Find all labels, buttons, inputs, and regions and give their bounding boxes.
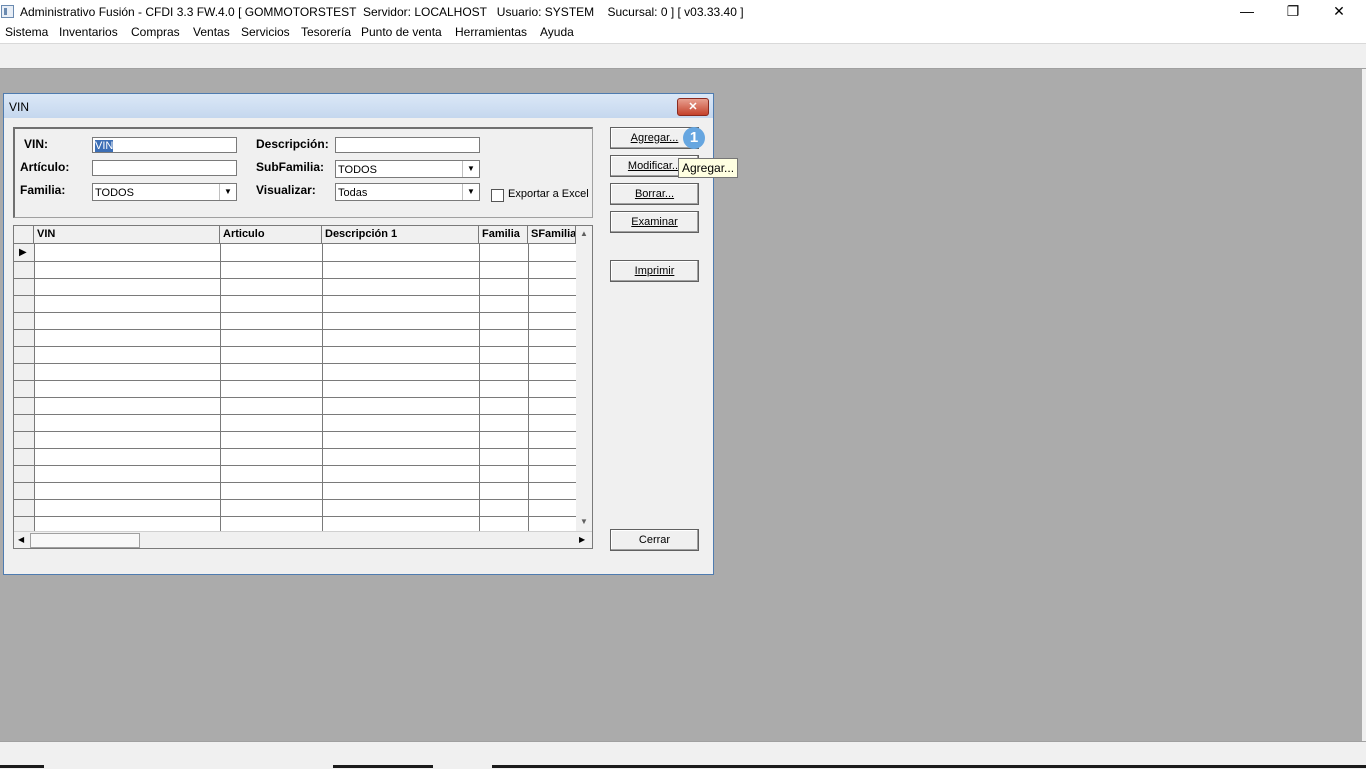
exportar-excel-checkbox[interactable] [491,189,504,202]
table-row[interactable] [14,346,576,364]
table-row[interactable] [14,380,576,398]
scroll-left-icon[interactable]: ◀ [18,535,24,544]
visualizar-label: Visualizar: [256,183,316,197]
menu-tesoreria[interactable]: Tesorería [301,25,351,39]
table-row[interactable] [14,499,576,517]
table-row[interactable] [14,261,576,279]
grid-corner [14,226,34,243]
vin-label: VIN: [24,137,48,151]
menu-inventarios[interactable]: Inventarios [59,25,118,39]
table-row[interactable] [14,397,576,415]
app-titlebar: Administrativo Fusión - CFDI 3.3 FW.4.0 … [0,0,1366,23]
maximize-button[interactable]: ❐ [1270,0,1316,23]
subfamilia-dropdown[interactable]: TODOS ▼ [335,160,480,178]
scroll-right-icon[interactable]: ▶ [579,535,585,544]
vin-grid[interactable]: VIN Articulo Descripción 1 Familia SFami… [13,225,593,549]
scroll-down-icon[interactable]: ▼ [580,517,588,526]
familia-value: TODOS [95,187,134,199]
table-row[interactable] [14,482,576,500]
app-title: Administrativo Fusión - CFDI 3.3 FW.4.0 … [20,5,744,19]
descripcion-field[interactable] [335,137,480,153]
table-row[interactable] [14,244,576,262]
horizontal-scroll-thumb[interactable] [30,533,140,548]
dialog-title: VIN [9,100,30,114]
minimize-button[interactable]: — [1224,0,1270,23]
column-header-sfamilia[interactable]: SFamilia [528,226,576,243]
app-icon [1,5,14,18]
column-header-familia[interactable]: Familia [479,226,528,243]
table-row[interactable] [14,414,576,432]
examinar-button[interactable]: Examinar [610,211,699,233]
table-row[interactable] [14,465,576,483]
step-badge: 1 [683,127,705,149]
articulo-label: Artículo: [20,160,70,174]
column-header-articulo[interactable]: Articulo [220,226,322,243]
agregar-tooltip: Agregar... [678,158,739,178]
chevron-down-icon[interactable]: ▼ [219,184,236,200]
grid-header: VIN Articulo Descripción 1 Familia SFami… [14,226,576,244]
menu-compras[interactable]: Compras [131,25,180,39]
subfamilia-value: TODOS [338,164,377,176]
menu-ventas[interactable]: Ventas [193,25,230,39]
borrar-button[interactable]: Borrar... [610,183,699,205]
column-header-vin[interactable]: VIN [34,226,220,243]
close-button[interactable]: ✕ [1316,0,1362,23]
familia-dropdown[interactable]: TODOS ▼ [92,183,237,201]
dialog-titlebar: VIN ✕ [4,94,713,118]
grid-vertical-scrollbar[interactable]: ▲ ▼ [576,226,592,531]
exportar-excel-label[interactable]: Exportar a Excel [508,188,589,200]
imprimir-button[interactable]: Imprimir [610,260,699,282]
toolbar [0,44,1366,69]
column-header-descripcion[interactable]: Descripción 1 [322,226,479,243]
articulo-field[interactable] [92,160,237,176]
dialog-close-button[interactable]: ✕ [677,98,709,116]
grid-horizontal-scrollbar[interactable]: ◀ ▶ [14,531,592,548]
menu-herramientas[interactable]: Herramientas [455,25,527,39]
menu-punto-de-venta[interactable]: Punto de venta [361,25,442,39]
subfamilia-label: SubFamilia: [256,160,325,174]
visualizar-value: Todas [338,187,368,199]
menu-bar: Sistema Inventarios Compras Ventas Servi… [0,23,1366,44]
table-row[interactable] [14,363,576,381]
menu-ayuda[interactable]: Ayuda [540,25,574,39]
cerrar-button[interactable]: Cerrar [610,529,699,551]
vin-dialog: VIN ✕ VIN: VIN Artículo: Familia: TODOS … [3,93,739,575]
table-row[interactable] [14,448,576,466]
workspace-edge [1362,69,1366,741]
table-row[interactable] [14,312,576,330]
chevron-down-icon[interactable]: ▼ [462,161,479,177]
chevron-down-icon[interactable]: ▼ [462,184,479,200]
descripcion-label: Descripción: [256,137,329,151]
table-row[interactable] [14,431,576,449]
table-row[interactable] [14,295,576,313]
vin-field-value: VIN [95,140,114,152]
current-row-indicator: ▶ [19,247,27,258]
table-row[interactable] [14,329,576,347]
menu-servicios[interactable]: Servicios [241,25,290,39]
menu-sistema[interactable]: Sistema [5,25,48,39]
familia-label: Familia: [20,183,66,197]
table-row[interactable] [14,278,576,296]
visualizar-dropdown[interactable]: Todas ▼ [335,183,480,201]
scroll-up-icon[interactable]: ▲ [580,229,588,238]
vin-field[interactable]: VIN [92,137,237,153]
